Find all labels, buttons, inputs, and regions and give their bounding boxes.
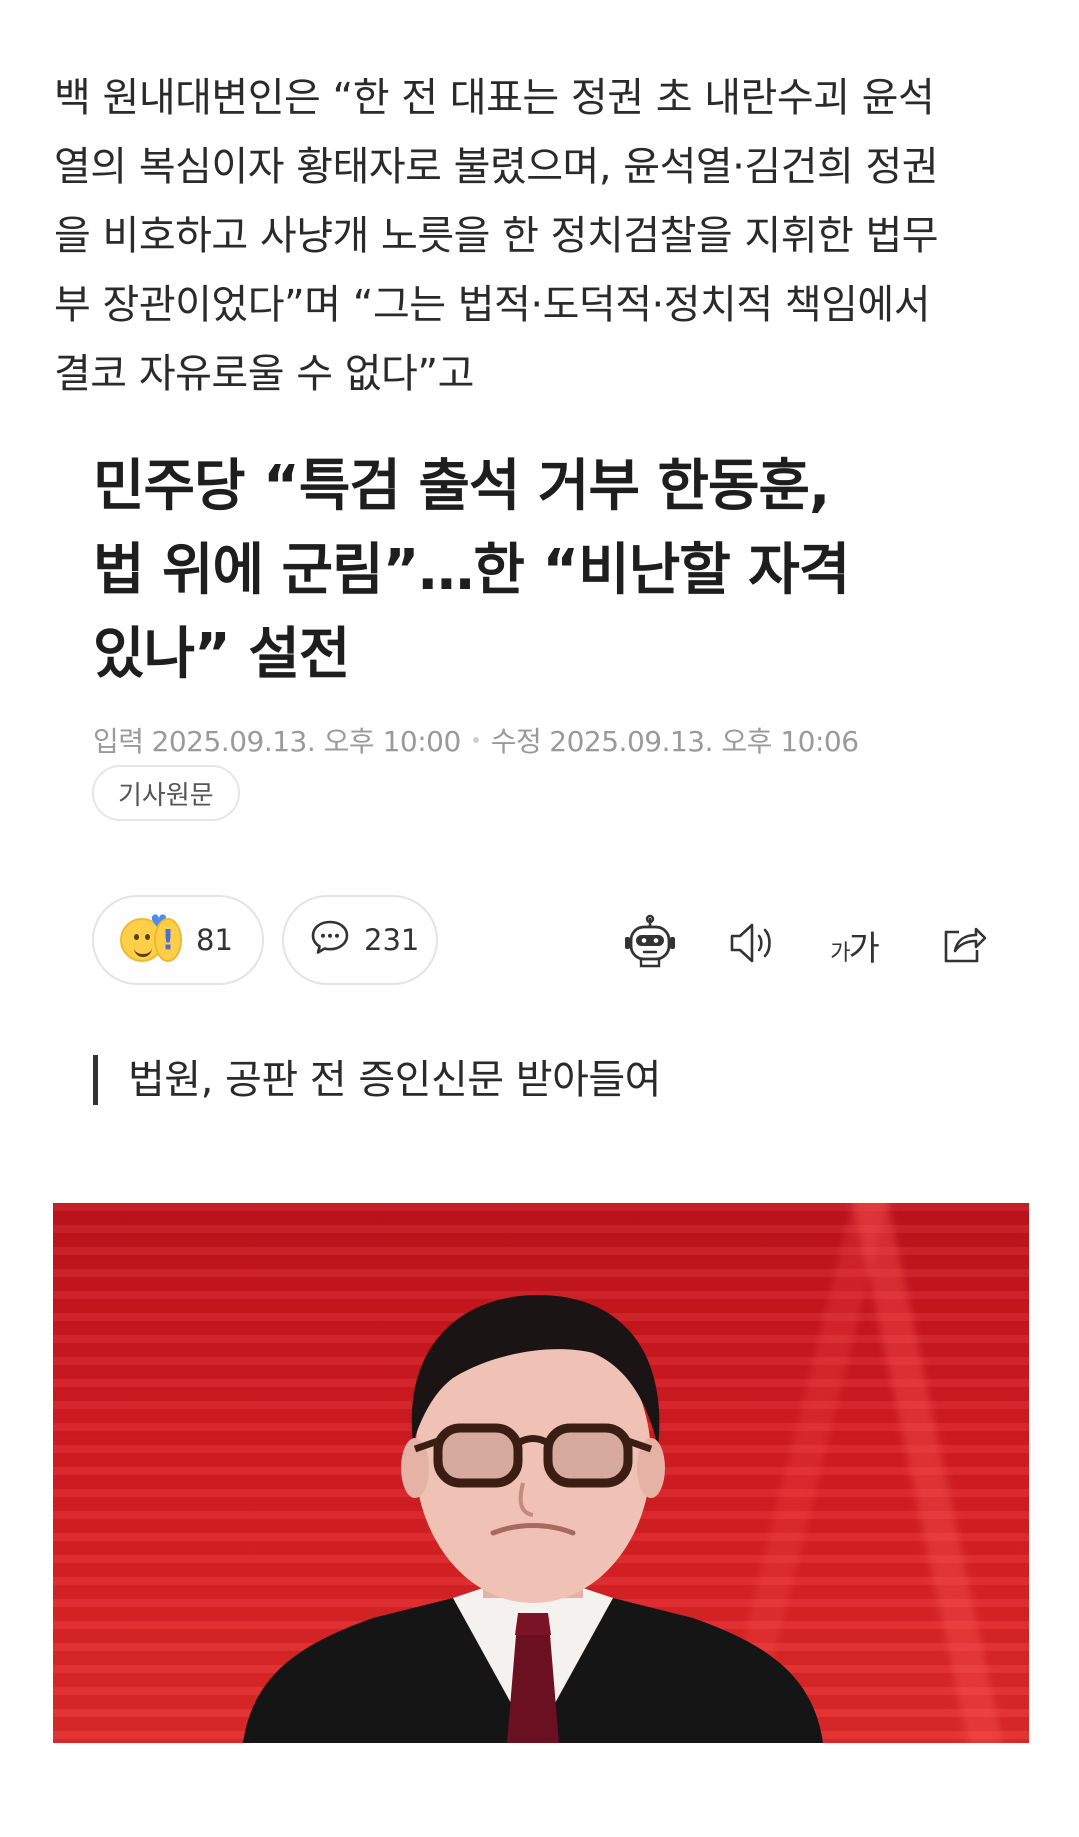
ai-summary-button[interactable] xyxy=(620,914,680,976)
quote-line: 결코 자유로울 수 없다”고 xyxy=(54,351,474,397)
comment-count: 231 xyxy=(364,923,420,957)
comment-button[interactable]: 231 xyxy=(282,895,438,985)
article-photo[interactable] xyxy=(53,1203,1029,1743)
font-size-button[interactable]: 가가 xyxy=(824,915,884,975)
person-figure xyxy=(243,1294,823,1743)
quote-line: 백 원내대변인은 “한 전 대표는 정권 초 내란수괴 윤석 xyxy=(54,75,935,121)
edit-label: 수정 xyxy=(490,725,542,758)
quote-line: 부 장관이었다”며 “그는 법적·도덕적·정치적 책임에서 xyxy=(54,282,931,328)
headline-line: 민주당 “특검 출석 거부 한동훈, xyxy=(93,454,830,519)
font-size-icon: 가가 xyxy=(830,928,880,969)
article-dates: 입력 2025.09.13. 오후 10:00 수정 2025.09.13. 오… xyxy=(93,720,859,760)
reaction-count: 81 xyxy=(196,923,233,957)
quote-line: 열의 복심이자 황태자로 불렸으며, 윤석열·김건희 정권 xyxy=(54,144,939,190)
separator-dot xyxy=(472,737,479,743)
input-label: 입력 xyxy=(93,725,144,758)
original-article-button[interactable]: 기사원문 xyxy=(92,765,240,821)
article-subheading: 법원, 공판 전 증인신문 받아들여 xyxy=(93,1055,661,1105)
headline-line: 있나” 설전 xyxy=(93,622,350,687)
share-icon xyxy=(939,918,989,972)
share-button[interactable] xyxy=(934,915,994,975)
input-date: 2025.09.13. 오후 10:00 xyxy=(151,725,462,758)
article-headline: 민주당 “특검 출석 거부 한동훈, 법 위에 군림”…한 “비난할 자격 있나… xyxy=(93,445,993,697)
listen-button[interactable] xyxy=(722,915,782,975)
edit-date: 2025.09.13. 오후 10:06 xyxy=(549,725,859,758)
robot-icon xyxy=(621,914,679,976)
quote-line: 을 비호하고 사냥개 노릇을 한 정치검찰을 지휘한 법무 xyxy=(54,213,939,259)
headline-line: 법 위에 군림”…한 “비난할 자격 xyxy=(93,538,850,603)
speaker-icon xyxy=(726,917,778,973)
reaction-emoji-icon: ♥ ! xyxy=(120,910,182,966)
comment-bubble-icon xyxy=(310,917,350,964)
article-quote-paragraph: 백 원내대변인은 “한 전 대표는 정권 초 내란수괴 윤석 열의 복심이자 황… xyxy=(54,64,1044,409)
reaction-button[interactable]: ♥ ! 81 xyxy=(92,895,264,985)
